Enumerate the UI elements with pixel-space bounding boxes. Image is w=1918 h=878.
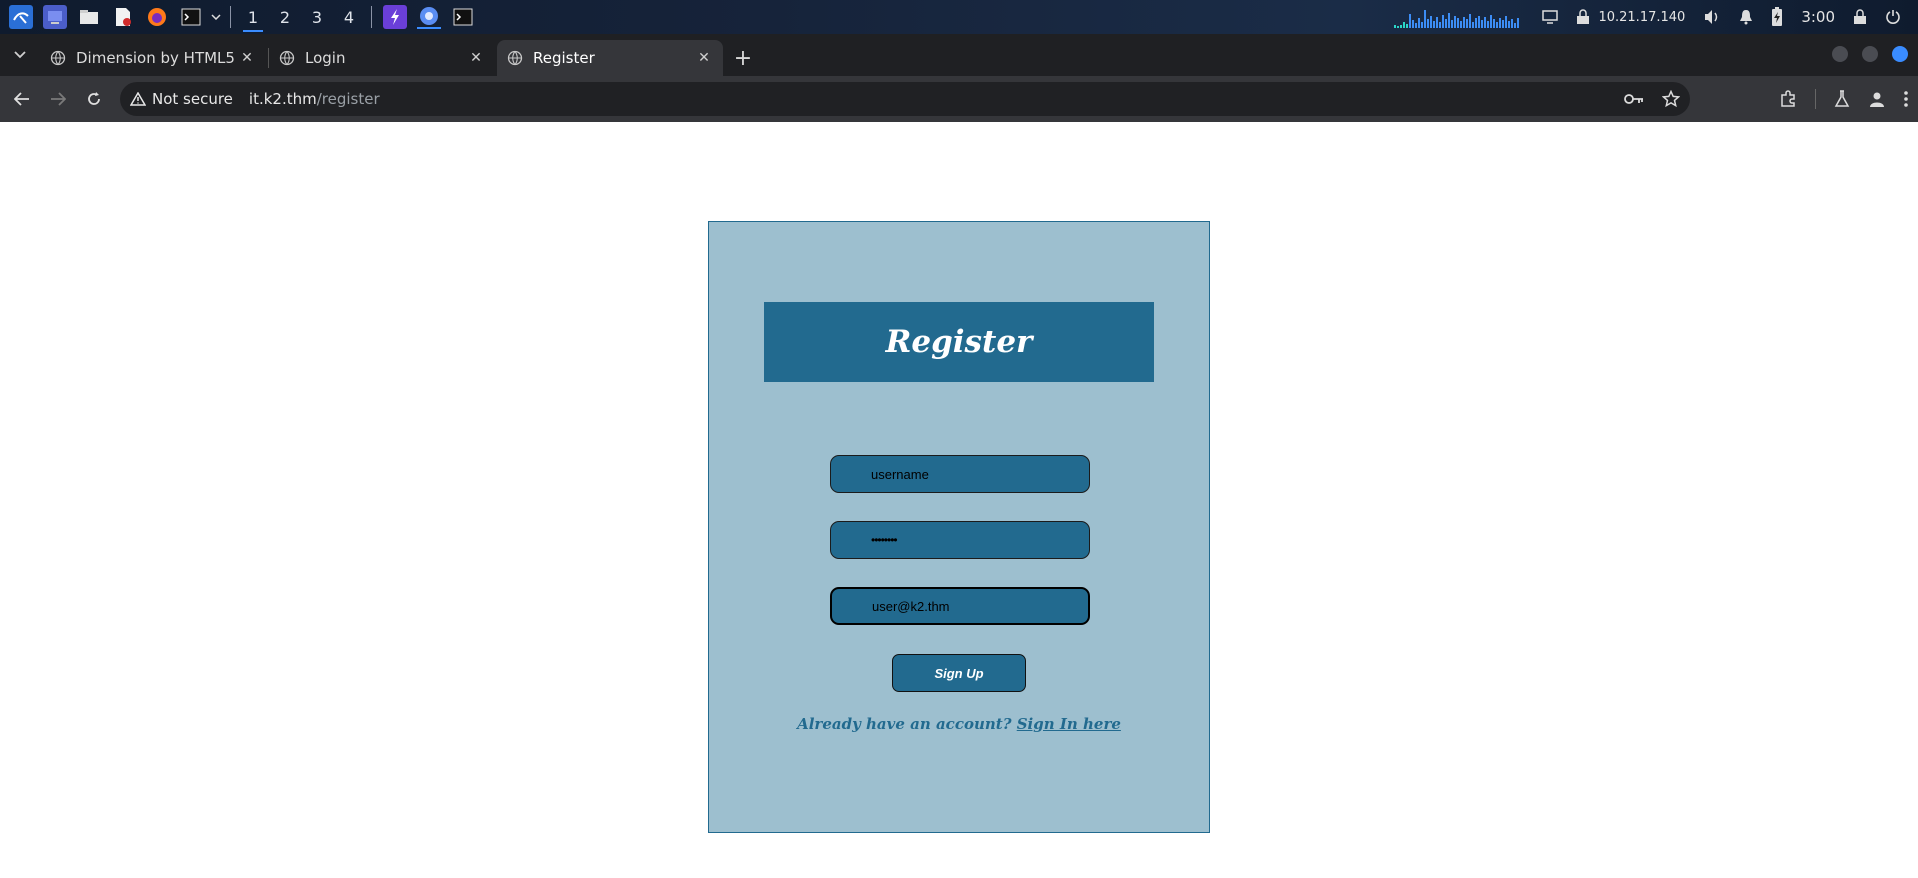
register-header: Register bbox=[764, 302, 1154, 382]
text-editor-icon[interactable] bbox=[111, 5, 135, 29]
username-input[interactable] bbox=[830, 455, 1090, 493]
workspace-2[interactable]: 2 bbox=[269, 0, 301, 34]
globe-icon bbox=[279, 50, 295, 66]
chevron-down-icon bbox=[14, 51, 26, 59]
file-manager-icon[interactable] bbox=[77, 5, 101, 29]
extensions-icon[interactable] bbox=[1779, 90, 1797, 108]
page-title: Register bbox=[885, 324, 1033, 360]
workspace-4[interactable]: 4 bbox=[333, 0, 365, 34]
reload-icon bbox=[88, 92, 100, 105]
chromium-icon[interactable] bbox=[417, 5, 441, 29]
terminal-icon[interactable] bbox=[179, 5, 203, 29]
toolbar-divider bbox=[1815, 89, 1816, 109]
sign-in-link[interactable]: Sign In here bbox=[1017, 715, 1121, 733]
tab-dimension[interactable]: Dimension by HTML5 UP ✕ bbox=[40, 40, 266, 76]
toolbar-actions bbox=[1779, 76, 1908, 122]
close-icon[interactable]: ✕ bbox=[695, 50, 713, 66]
close-icon[interactable]: ✕ bbox=[238, 50, 256, 66]
url-path: /register bbox=[316, 90, 380, 108]
browser-tab-strip: Dimension by HTML5 UP ✕ Login ✕ Register… bbox=[0, 34, 1918, 76]
profile-icon[interactable] bbox=[1868, 90, 1886, 108]
globe-icon bbox=[50, 50, 66, 66]
minimize-button[interactable] bbox=[1832, 46, 1848, 62]
labs-flask-icon[interactable] bbox=[1834, 90, 1850, 108]
reload-button[interactable] bbox=[76, 81, 112, 117]
star-icon[interactable] bbox=[1662, 90, 1680, 108]
address-bar[interactable]: Not secure it.k2.thm/register bbox=[120, 82, 1690, 116]
firefox-icon[interactable] bbox=[145, 5, 169, 29]
email-input[interactable] bbox=[830, 587, 1090, 625]
os-taskbar: 1 2 3 4 10.21.17.140 3:00 bbox=[0, 0, 1918, 34]
window-controls bbox=[1832, 46, 1908, 62]
taskbar-separator bbox=[230, 6, 231, 28]
back-button[interactable] bbox=[4, 81, 40, 117]
new-tab-button[interactable]: + bbox=[725, 40, 761, 76]
browser-toolbar: Not secure it.k2.thm/register bbox=[0, 76, 1918, 122]
tab-login[interactable]: Login ✕ bbox=[269, 40, 495, 76]
arrow-left-icon bbox=[14, 92, 29, 106]
address-bar-actions bbox=[1624, 82, 1680, 116]
window-close-button[interactable] bbox=[1892, 46, 1908, 62]
tab-title: Login bbox=[305, 49, 346, 67]
display-icon[interactable] bbox=[1542, 10, 1559, 24]
chevron-down-icon[interactable] bbox=[210, 5, 222, 29]
tab-title: Register bbox=[533, 49, 595, 67]
tab-search-dropdown[interactable] bbox=[0, 34, 40, 76]
tab-register[interactable]: Register ✕ bbox=[497, 40, 723, 76]
battery-charging-icon[interactable] bbox=[1771, 7, 1783, 27]
signin-prompt: Already have an account? Sign In here bbox=[709, 715, 1209, 733]
clock[interactable]: 3:00 bbox=[1801, 8, 1835, 26]
volume-icon[interactable] bbox=[1703, 9, 1721, 25]
notification-bell-icon[interactable] bbox=[1739, 9, 1753, 25]
lock-icon[interactable] bbox=[1853, 9, 1867, 25]
sign-up-button[interactable]: Sign Up bbox=[892, 654, 1026, 692]
security-label: Not secure bbox=[152, 90, 233, 108]
workspace-3[interactable]: 3 bbox=[301, 0, 333, 34]
security-indicator[interactable]: Not secure bbox=[130, 90, 249, 108]
workspace-1[interactable]: 1 bbox=[237, 0, 269, 34]
signin-prompt-text: Already have an account? bbox=[797, 715, 1012, 733]
kali-menu-icon[interactable] bbox=[9, 5, 33, 29]
power-icon[interactable] bbox=[1885, 9, 1901, 25]
url-host: it.k2.thm bbox=[248, 90, 317, 108]
arrow-right-icon bbox=[51, 92, 66, 106]
web-page: Register Sign Up Already have an account… bbox=[0, 122, 1918, 878]
maximize-button[interactable] bbox=[1862, 46, 1878, 62]
desktop-icon[interactable] bbox=[43, 5, 67, 29]
more-options-icon[interactable] bbox=[1904, 91, 1908, 107]
vpn-ip-indicator[interactable]: 10.21.17.140 bbox=[1576, 9, 1685, 25]
taskbar-launchers: 1 2 3 4 bbox=[0, 0, 480, 34]
burp-icon[interactable] bbox=[383, 5, 407, 29]
key-icon[interactable] bbox=[1624, 93, 1644, 105]
password-input[interactable] bbox=[830, 521, 1090, 559]
register-card: Register Sign Up Already have an account… bbox=[708, 221, 1210, 833]
taskbar-separator bbox=[371, 6, 372, 28]
globe-icon bbox=[507, 50, 523, 66]
ip-address: 10.21.17.140 bbox=[1598, 9, 1686, 25]
warning-icon bbox=[130, 92, 146, 106]
close-icon[interactable]: ✕ bbox=[467, 50, 485, 66]
clock-time: 3:00 bbox=[1801, 8, 1835, 26]
network-activity-graph bbox=[1394, 6, 1520, 28]
forward-button[interactable] bbox=[40, 81, 76, 117]
terminal-window-icon[interactable] bbox=[451, 5, 475, 29]
system-tray: 10.21.17.140 3:00 bbox=[1394, 0, 1910, 34]
tab-title: Dimension by HTML5 UP bbox=[76, 49, 238, 67]
